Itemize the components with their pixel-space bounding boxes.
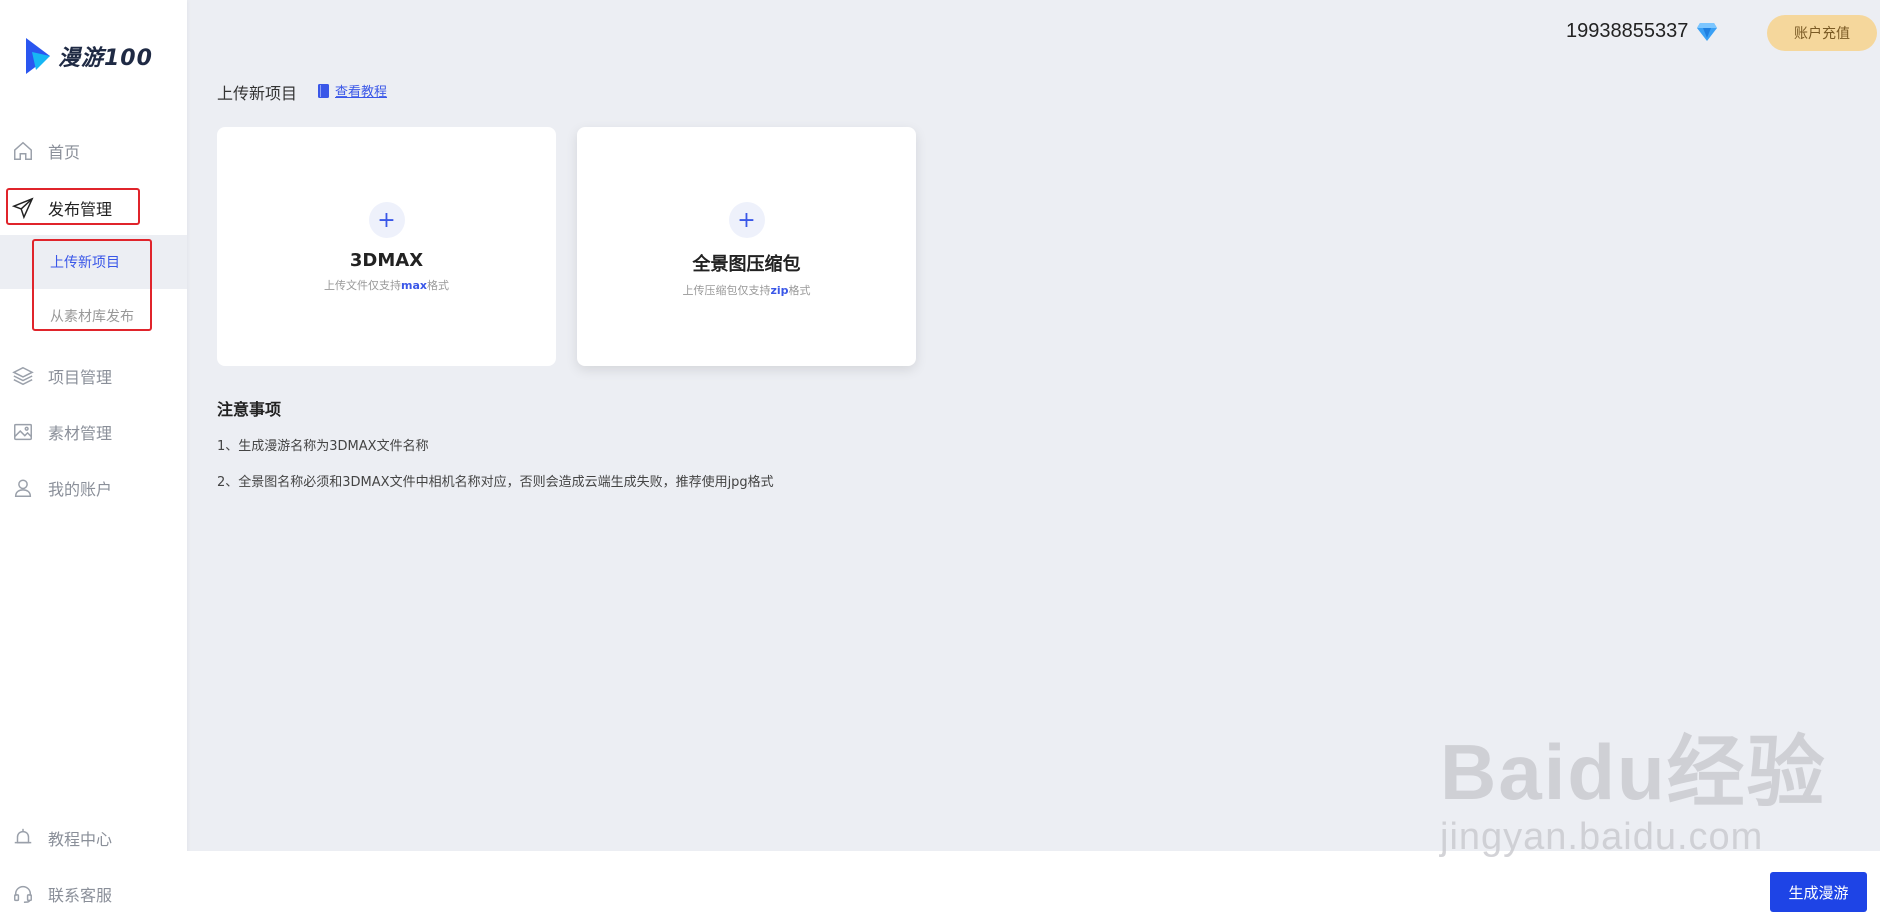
card-desc-suffix: 格式 bbox=[788, 284, 811, 297]
sidebar-subitem-label: 上传新项目 bbox=[50, 255, 120, 271]
plus-icon: + bbox=[728, 202, 765, 238]
footer-bar bbox=[187, 851, 1880, 920]
sidebar-item-label: 首页 bbox=[48, 143, 81, 162]
card-desc-prefix: 上传文件仅支持 bbox=[324, 279, 401, 292]
diamond-icon bbox=[1697, 22, 1718, 41]
user-icon bbox=[14, 479, 32, 497]
sidebar-item-label: 我的账户 bbox=[48, 480, 113, 499]
sidebar-item-home[interactable]: 首页 bbox=[0, 131, 187, 171]
sidebar-item-account[interactable]: 我的账户 bbox=[0, 468, 187, 508]
watermark-main: Baidu经验 bbox=[1440, 728, 1827, 816]
generate-tour-button[interactable]: 生成漫游 bbox=[1770, 872, 1867, 912]
watermark: Baidu经验 jingyan.baidu.com bbox=[1440, 710, 1827, 859]
card-desc-suffix: 格式 bbox=[426, 279, 449, 292]
app-logo[interactable]: 漫游100 bbox=[26, 38, 153, 74]
sidebar-item-projects[interactable]: 项目管理 bbox=[0, 356, 187, 396]
note-item: 1、生成漫游名称为3DMAX文件名称 bbox=[217, 439, 429, 454]
sidebar-subitem-publish-from-library[interactable]: 从素材库发布 bbox=[0, 289, 187, 343]
upload-card-panorama-zip[interactable]: + 全景图压缩包 上传压缩包仅支持zip格式 bbox=[577, 127, 916, 366]
card-desc-format: zip bbox=[770, 284, 789, 297]
card-desc-format: max bbox=[401, 279, 427, 292]
page-title: 上传新项目 bbox=[217, 84, 298, 103]
sidebar-subitem-upload-new[interactable]: 上传新项目 bbox=[0, 235, 187, 289]
account-number: 19938855337 bbox=[1566, 20, 1689, 42]
recharge-button[interactable]: 账户充值 bbox=[1767, 15, 1877, 51]
card-description: 上传文件仅支持max格式 bbox=[324, 277, 449, 293]
bell-icon bbox=[14, 828, 32, 844]
sidebar-item-materials[interactable]: 素材管理 bbox=[0, 412, 187, 452]
sidebar-item-publish[interactable]: 发布管理 bbox=[0, 188, 187, 228]
logo-mark-icon bbox=[26, 38, 50, 74]
paper-plane-icon bbox=[12, 197, 34, 219]
sidebar-item-customer-service[interactable]: 联系客服 bbox=[0, 874, 187, 914]
account-info: 19938855337 bbox=[1566, 20, 1718, 43]
book-icon bbox=[318, 83, 329, 98]
logo-text: 漫游100 bbox=[58, 46, 153, 71]
image-icon bbox=[14, 423, 32, 441]
headset-icon bbox=[14, 885, 32, 903]
sidebar-item-tutorial-center[interactable]: 教程中心 bbox=[0, 818, 187, 858]
sidebar-subitem-label: 从素材库发布 bbox=[50, 309, 134, 325]
card-description: 上传压缩包仅支持zip格式 bbox=[682, 282, 810, 298]
view-tutorial-label: 查看教程 bbox=[335, 85, 388, 100]
card-title: 3DMAX bbox=[349, 250, 424, 271]
sidebar-item-label: 素材管理 bbox=[48, 424, 113, 443]
plus-icon: + bbox=[368, 202, 405, 238]
sidebar: 漫游100 首页 发布管理 上传新项目 从素材库发布 项目管理 素材管理 我的账… bbox=[0, 0, 187, 920]
upload-card-3dmax[interactable]: + 3DMAX 上传文件仅支持max格式 bbox=[217, 127, 556, 366]
view-tutorial-link[interactable]: 查看教程 bbox=[318, 81, 387, 100]
notes-title: 注意事项 bbox=[217, 400, 282, 419]
layers-icon bbox=[12, 366, 34, 386]
sidebar-item-label: 联系客服 bbox=[48, 886, 113, 905]
card-desc-prefix: 上传压缩包仅支持 bbox=[682, 284, 771, 297]
card-title: 全景图压缩包 bbox=[692, 254, 801, 275]
sidebar-item-label: 项目管理 bbox=[48, 368, 113, 387]
home-icon bbox=[14, 141, 32, 160]
sidebar-item-label: 教程中心 bbox=[48, 830, 113, 849]
note-item: 2、全景图名称必须和3DMAX文件中相机名称对应，否则会造成云端生成失败，推荐使… bbox=[217, 475, 774, 490]
sidebar-item-label: 发布管理 bbox=[48, 200, 113, 219]
